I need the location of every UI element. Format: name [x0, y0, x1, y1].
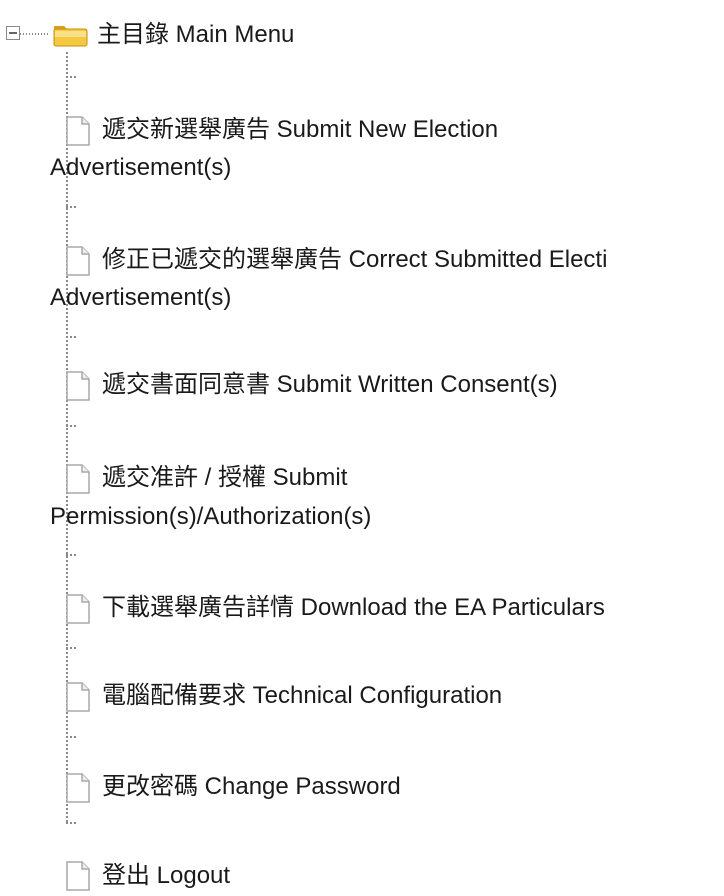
root-connector — [20, 33, 50, 35]
tree-tick — [66, 425, 76, 427]
menu-item-change-password[interactable]: 更改密碼 Change Password — [102, 772, 401, 802]
menu-item-submit-permission-cont[interactable]: Permission(s)/Authorization(s) — [50, 502, 371, 532]
folder-open-icon — [53, 26, 88, 47]
tree-tick — [66, 206, 76, 208]
menu-item-technical-configuration[interactable]: 電腦配備要求 Technical Configuration — [102, 681, 502, 711]
document-icon — [66, 682, 90, 712]
document-icon — [66, 861, 90, 891]
tree-tick — [66, 822, 76, 824]
tree-tick — [66, 76, 76, 78]
collapse-minus-icon[interactable] — [6, 26, 20, 40]
tree-tick — [66, 647, 76, 649]
menu-item-download-ea-particulars[interactable]: 下載選舉廣告詳情 Download the EA Particulars — [102, 593, 605, 623]
menu-item-submit-written-consent[interactable]: 遞交書面同意書 Submit Written Consent(s) — [102, 370, 558, 400]
menu-item-submit-new-ea-cont[interactable]: Advertisement(s) — [50, 153, 231, 183]
document-icon — [66, 246, 90, 276]
menu-item-correct-submitted-ea[interactable]: 修正已遞交的選舉廣告 Correct Submitted Electi — [102, 245, 607, 275]
menu-root-label[interactable]: 主目錄 Main Menu — [97, 20, 294, 50]
document-icon — [66, 464, 90, 494]
document-icon — [66, 371, 90, 401]
tree-tick — [66, 336, 76, 338]
document-icon — [66, 594, 90, 624]
tree-tick — [66, 736, 76, 738]
document-icon — [66, 116, 90, 146]
menu-item-submit-new-ea[interactable]: 遞交新選舉廣告 Submit New Election — [102, 115, 498, 145]
menu-item-submit-permission[interactable]: 遞交准許 / 授權 Submit — [102, 463, 347, 493]
tree-tick — [66, 554, 76, 556]
menu-tree: 主目錄 Main Menu 遞交新選舉廣告 Submit New Electio… — [0, 0, 724, 896]
menu-item-logout[interactable]: 登出 Logout — [102, 861, 230, 891]
menu-item-correct-submitted-ea-cont[interactable]: Advertisement(s) — [50, 283, 231, 313]
document-icon — [66, 773, 90, 803]
